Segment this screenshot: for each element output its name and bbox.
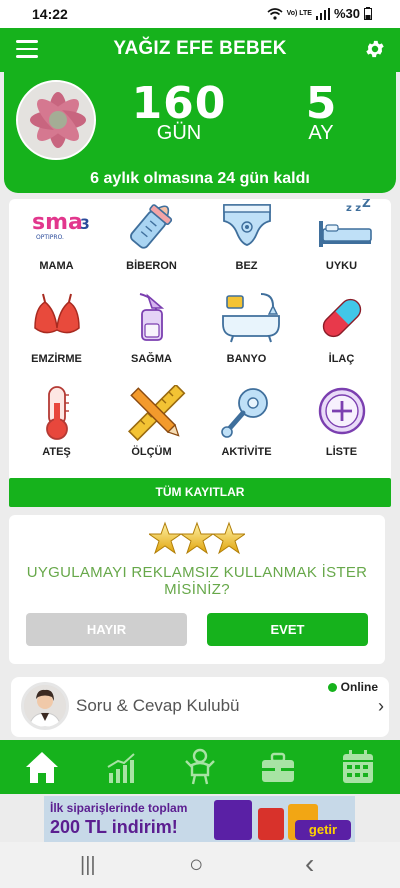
battery-icon [364, 7, 372, 20]
svg-text:3: 3 [80, 217, 89, 233]
age-summary-panel: 160 GÜN 5 AY 6 aylık olmasına 24 gün kal… [4, 72, 396, 193]
age-months-unit: AY [308, 122, 334, 144]
svg-text:Z: Z [362, 199, 371, 210]
grid-item-label: BANYO [226, 353, 267, 365]
battery-percent: %30 [333, 6, 360, 21]
grid-item-aktivite[interactable]: AKTİVİTE [199, 385, 294, 479]
baby-avatar[interactable] [16, 80, 96, 160]
bathtub-icon [222, 293, 280, 343]
baby-icon[interactable] [180, 747, 220, 787]
sleep-bed-icon: z z Z [319, 199, 372, 247]
grid-item-liste[interactable]: LİSTE [294, 385, 389, 479]
grid-item-banyo[interactable]: BANYO [199, 292, 294, 386]
app-bar: YAĞIZ EFE BEBEK [0, 28, 400, 72]
grid-item-label: AKTİVİTE [221, 446, 272, 458]
pill-capsule-icon [322, 298, 362, 338]
system-navigation-bar: ||| ○ ‹ [0, 842, 400, 888]
activity-grid: sma 3 OPTIPRO. MAMA BİBERON BEZ z z Z UY… [9, 199, 391, 507]
grid-item-biberon[interactable]: BİBERON [104, 199, 199, 293]
grid-item-label: BİBERON [126, 260, 177, 272]
grid-item-label: BEZ [235, 260, 258, 272]
ad-line1: İlk siparişlerinde toplam [50, 801, 188, 815]
product-box-icon [258, 808, 284, 840]
online-label: Online [340, 680, 378, 694]
ad-free-promo-card: UYGULAMAYI REKLAMSIZ KULLANMAK İSTER MİS… [9, 515, 385, 664]
all-records-button[interactable]: TÜM KAYITLAR [9, 478, 391, 507]
grid-item-sagma[interactable]: SAĞMA [104, 292, 199, 386]
ad-banner[interactable]: İlk siparişlerinde toplam 200 TL indirim… [44, 796, 355, 842]
grid-item-ates[interactable]: ATEŞ [9, 385, 104, 479]
network-label: Vo) LTE [286, 10, 312, 17]
qa-club-card[interactable]: Soru & Cevap Kulubü Online › [11, 677, 389, 737]
home-icon[interactable] [22, 747, 62, 787]
getir-logo: getir [295, 820, 351, 840]
club-title: Soru & Cevap Kulubü [76, 696, 240, 715]
age-days-unit: GÜN [156, 122, 202, 144]
svg-text:OPTIPRO.: OPTIPRO. [36, 234, 64, 241]
grid-item-label: ÖLÇÜM [131, 446, 172, 458]
sma-formula-logo-icon: sma 3 OPTIPRO. [32, 210, 89, 241]
grid-item-label: ATEŞ [42, 446, 71, 458]
bottom-navigation [0, 740, 400, 794]
ad-line2: 200 TL indirim! [50, 817, 178, 837]
back-button[interactable]: ‹ [305, 848, 314, 880]
svg-text:z z: z z [346, 203, 361, 214]
grid-item-label: UYKU [325, 260, 358, 272]
svg-text:sma: sma [32, 210, 83, 235]
breast-pump-icon [139, 293, 165, 341]
grid-item-mama[interactable]: sma 3 OPTIPRO. MAMA [9, 199, 104, 293]
grid-item-label: SAĞMA [131, 353, 172, 365]
ad-free-question: UYGULAMAYI REKLAMSIZ KULLANMAK İSTER MİS… [26, 564, 368, 598]
diaper-icon [223, 204, 271, 246]
calendar-icon[interactable] [338, 747, 378, 787]
gear-icon[interactable] [364, 38, 386, 60]
flower-photo-icon [18, 82, 94, 158]
grid-item-label: LİSTE [325, 446, 358, 458]
home-system-button[interactable]: ○ [189, 851, 204, 879]
grid-item-olcum[interactable]: ÖLÇÜM [104, 385, 199, 479]
baby-name-title: YAĞIZ EFE BEBEK [113, 38, 287, 59]
status-bar: 14:22 Vo) LTE %30 [0, 0, 400, 28]
grid-item-label: EMZİRME [31, 353, 82, 365]
bra-icon [34, 293, 80, 334]
doctor-avatar-icon [24, 685, 66, 727]
club-avatar [21, 682, 69, 730]
status-icons: Vo) LTE %30 [267, 6, 372, 21]
baby-bottle-icon [130, 204, 173, 249]
status-time: 14:22 [32, 6, 68, 22]
grid-item-emzirme[interactable]: EMZİRME [9, 292, 104, 386]
remaining-days-text: 6 aylık olmasına 24 gün kaldı [90, 170, 310, 187]
grid-item-label: İLAÇ [328, 353, 355, 365]
signal-icon [315, 7, 330, 20]
chevron-right-icon: › [378, 696, 384, 716]
yes-button[interactable]: EVET [207, 613, 368, 646]
growth-chart-icon[interactable] [102, 747, 142, 787]
ruler-pencil-icon [127, 385, 186, 441]
briefcase-icon[interactable] [258, 747, 298, 787]
online-dot-icon [327, 682, 337, 692]
grid-item-bez[interactable]: BEZ [199, 199, 294, 293]
plus-circle-icon [318, 387, 366, 435]
grid-item-label: MAMA [39, 260, 74, 272]
no-button[interactable]: HAYIR [26, 613, 187, 646]
wifi-icon [267, 7, 283, 20]
shopping-bag-icon [214, 800, 252, 840]
grid-item-uyku[interactable]: z z Z UYKU [294, 199, 389, 293]
thermometer-icon [46, 386, 69, 440]
online-status: Online [327, 680, 378, 694]
recents-button[interactable]: ||| [80, 854, 96, 877]
rattle-icon [221, 388, 268, 438]
gold-star-icon [149, 521, 245, 555]
grid-item-ilac[interactable]: İLAÇ [294, 292, 389, 386]
